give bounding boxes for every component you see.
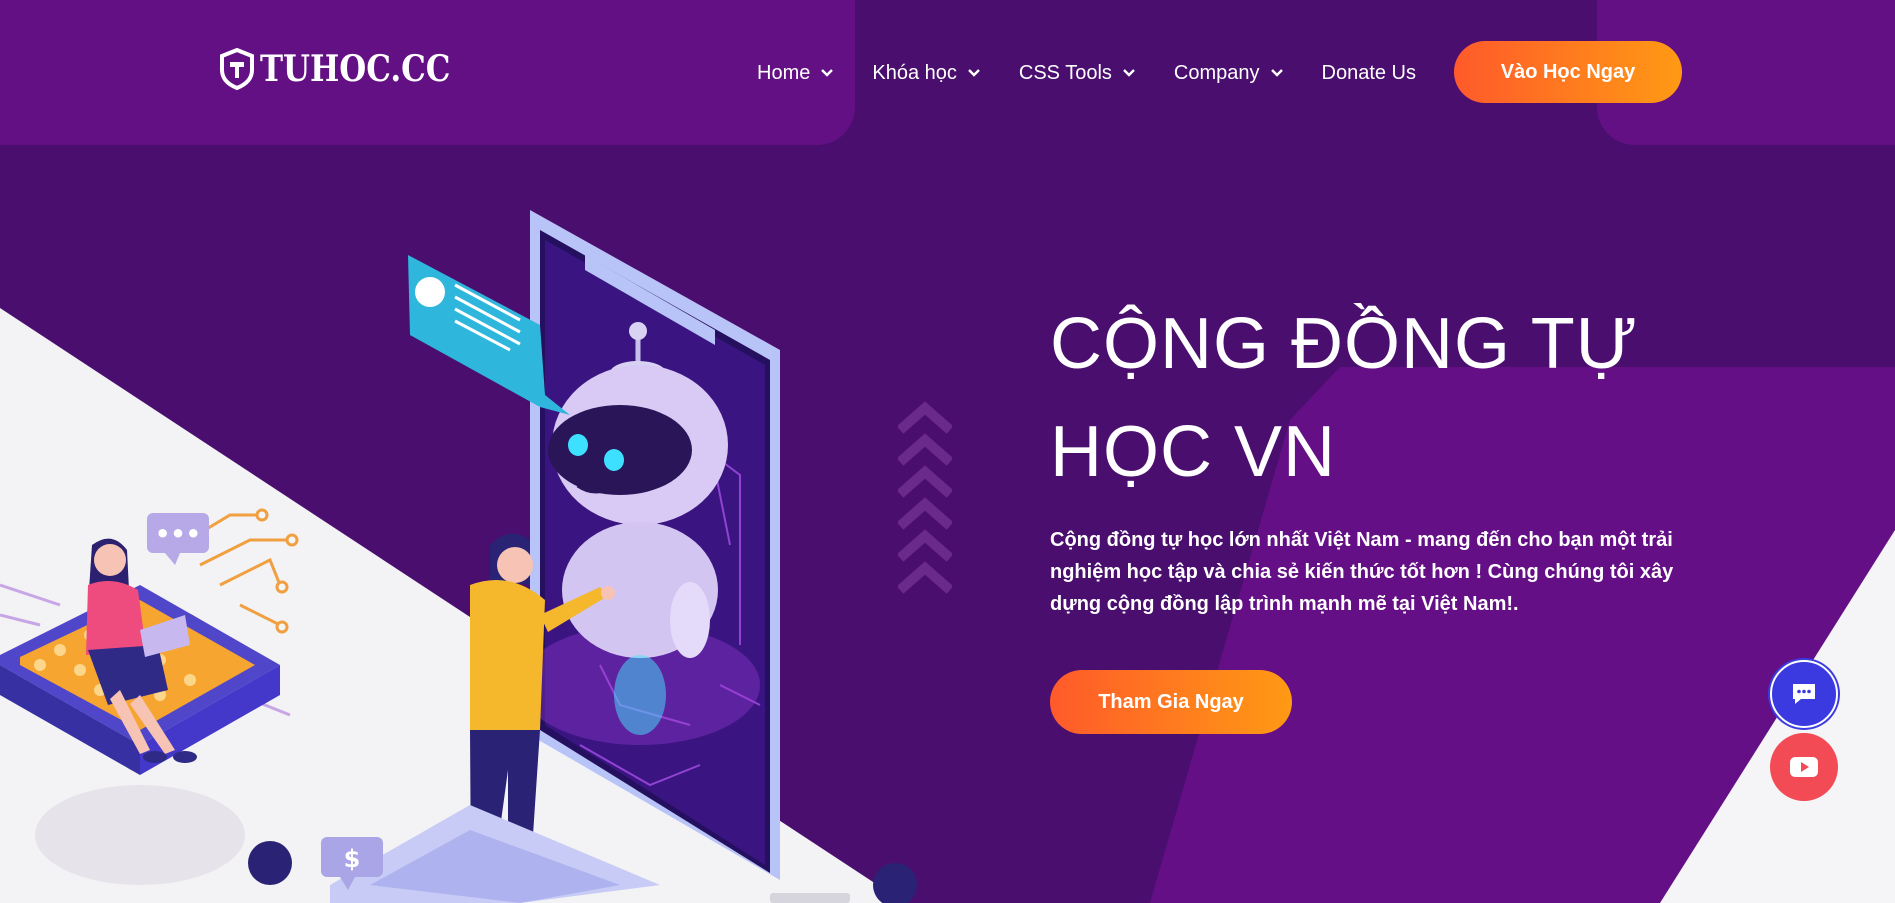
chevron-down-icon bbox=[1270, 69, 1283, 77]
chat-bubble-dots: ••• bbox=[155, 520, 201, 548]
chat-icon bbox=[1793, 684, 1815, 704]
chat-button[interactable] bbox=[1770, 660, 1838, 728]
nav-item-label: Company bbox=[1173, 61, 1260, 84]
nav-item-label: Khóa học bbox=[872, 61, 957, 84]
nav-item-css-tools[interactable]: CSS Tools bbox=[1019, 56, 1136, 90]
chevron-down-icon bbox=[968, 69, 980, 77]
nav-item-label: Home bbox=[757, 61, 811, 84]
hero-illustration: ••• $ bbox=[0, 210, 917, 903]
nav-item-label: Donate Us bbox=[1321, 61, 1417, 84]
shield-logo-icon bbox=[220, 48, 254, 90]
logo-text: TUHOC.CC bbox=[260, 48, 451, 90]
hero-description: Cộng đồng tự học lớn nhất Việt Nam - man… bbox=[1050, 529, 1674, 615]
main-nav: Home Khóa học CSS Tools Company Donate U… bbox=[757, 56, 1454, 90]
price-tag-text: $ bbox=[344, 845, 361, 873]
youtube-icon bbox=[1790, 757, 1818, 777]
nav-item-khoa-hoc[interactable]: Khóa học bbox=[872, 56, 981, 90]
start-learning-button[interactable]: Vào Học Ngay bbox=[1454, 41, 1682, 103]
site-logo[interactable]: TUHOC.CC bbox=[220, 48, 481, 90]
youtube-button[interactable] bbox=[1770, 733, 1838, 801]
hero-title: CỘNG ĐỒNG TỰ HỌC VN bbox=[1050, 304, 1639, 492]
nav-item-home[interactable]: Home bbox=[757, 56, 834, 90]
chevron-down-icon bbox=[1123, 69, 1135, 77]
nav-item-donate[interactable]: Donate Us bbox=[1322, 56, 1417, 90]
join-now-button[interactable]: Tham Gia Ngay bbox=[1050, 670, 1292, 734]
nav-item-label: CSS Tools bbox=[1018, 61, 1112, 84]
nav-item-company[interactable]: Company bbox=[1174, 56, 1284, 90]
chevron-down-icon bbox=[821, 69, 834, 77]
site-header: TUHOC.CC Home Khóa học CSS Tools Company… bbox=[0, 0, 1895, 145]
